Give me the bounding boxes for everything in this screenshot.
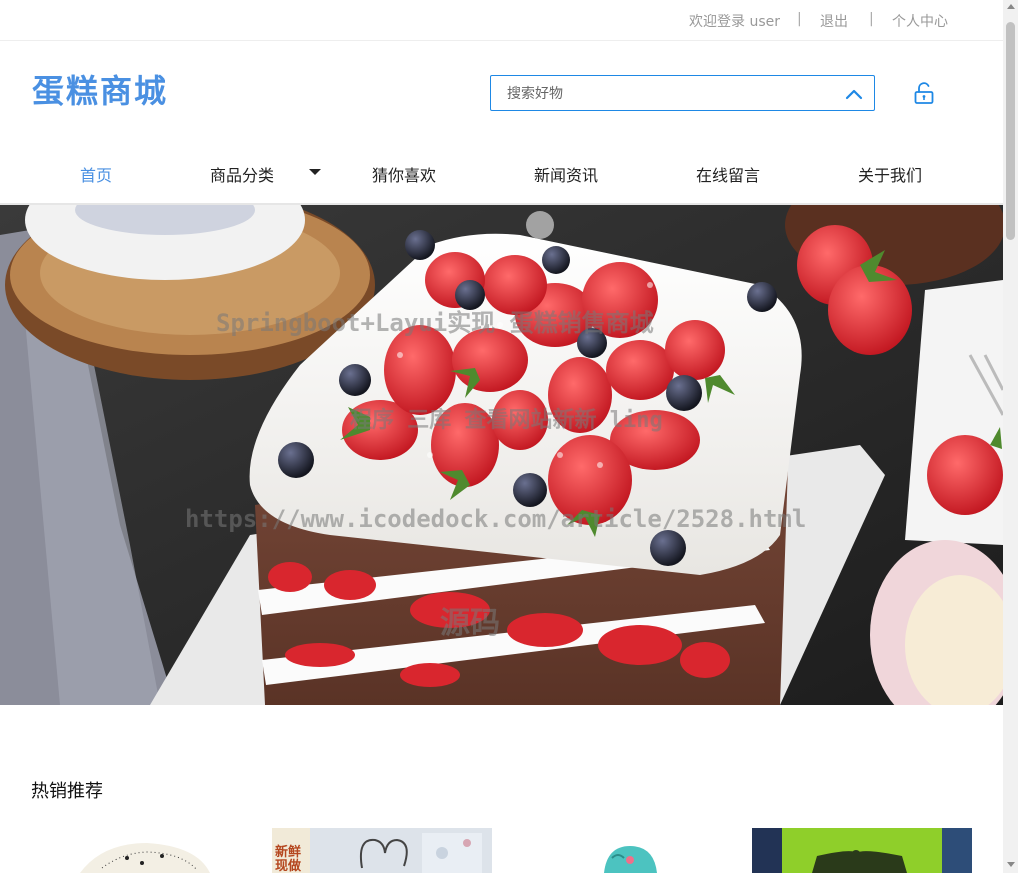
product-image <box>752 828 972 873</box>
nav-item-message[interactable]: 在线留言 <box>696 162 760 186</box>
logout-link[interactable]: 退出 <box>820 11 848 31</box>
user-center-link[interactable]: 个人中心 <box>892 11 948 31</box>
nav-item-categories[interactable]: 商品分类 <box>210 162 274 186</box>
chevron-up-icon[interactable] <box>844 84 864 104</box>
nav-item-about[interactable]: 关于我们 <box>858 162 922 186</box>
watermark-line2: 程序 三库 查看网站新新 ling <box>350 408 663 433</box>
topbar-separator: | <box>797 11 802 27</box>
welcome-text: 欢迎登录 user <box>689 14 780 30</box>
scroll-up-arrow-icon[interactable] <box>1007 4 1015 9</box>
product-image <box>512 828 732 873</box>
search-box <box>490 75 875 112</box>
product-card[interactable] <box>32 828 252 873</box>
product-tag: 新鲜现做 <box>275 845 302 873</box>
top-bar: 欢迎登录 user | 退出 | 个人中心 <box>0 0 1003 41</box>
section-title-hot: 热销推荐 <box>31 781 103 802</box>
watermark-url: https://www.icodedock.com/article/2528.h… <box>185 505 807 533</box>
scroll-down-arrow-icon[interactable] <box>1007 862 1015 867</box>
product-image <box>272 828 492 873</box>
nav-item-news[interactable]: 新闻资讯 <box>534 162 598 186</box>
search-input[interactable] <box>491 76 849 112</box>
banner-carousel[interactable]: Springboot+Layui实现 蛋糕销售商城 程序 三库 查看网站新新 l… <box>0 205 1003 705</box>
watermark-title: Springboot+Layui实现 蛋糕销售商城 <box>216 309 654 337</box>
product-card[interactable]: 新鲜现做 <box>272 828 492 873</box>
product-card[interactable] <box>752 828 972 873</box>
unlock-icon[interactable] <box>912 81 936 105</box>
watermark-source: 源码 <box>440 606 500 641</box>
product-image <box>32 828 252 873</box>
site-logo[interactable]: 蛋糕商城 <box>32 66 168 112</box>
scrollbar-thumb[interactable] <box>1006 22 1015 240</box>
banner-image <box>0 205 1003 705</box>
nav-item-home[interactable]: 首页 <box>80 162 112 186</box>
nav-item-guess-you-like[interactable]: 猜你喜欢 <box>372 162 436 186</box>
topbar-separator: | <box>869 11 874 27</box>
product-card[interactable] <box>512 828 732 873</box>
caret-down-icon[interactable] <box>309 169 321 175</box>
